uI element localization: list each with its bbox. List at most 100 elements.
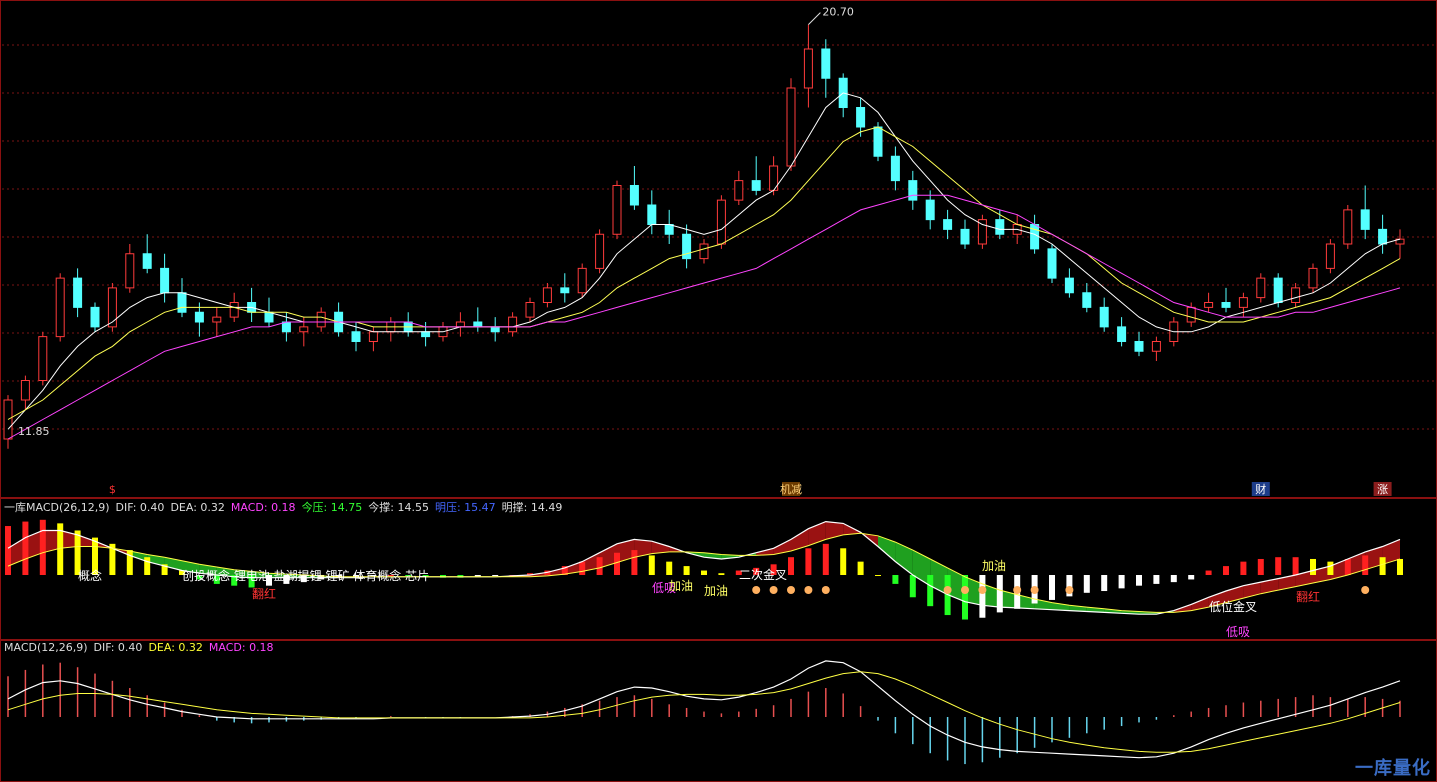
candle-body	[1308, 267, 1318, 289]
candle-body	[577, 267, 587, 294]
candle-body	[38, 336, 48, 381]
macd-bar	[579, 561, 586, 575]
candle-body	[20, 380, 30, 401]
macd-bar	[1397, 558, 1403, 575]
candle-body	[229, 302, 239, 318]
candle-body	[612, 185, 622, 235]
indicator-header-item: 明撑: 14.49	[501, 501, 563, 514]
candle-body	[194, 311, 204, 323]
macd-bar	[1223, 566, 1229, 575]
hand-marker	[804, 586, 813, 594]
hand-marker	[1361, 586, 1370, 594]
macd-bar	[1136, 575, 1142, 586]
indicator-header-item: MACD: 0.18	[208, 641, 274, 654]
high-pointer	[808, 12, 821, 25]
macd-bar	[144, 557, 151, 575]
candle-body	[1099, 306, 1109, 328]
indicator-header-item: MACD(12,26,9)	[4, 641, 88, 654]
macd-bar	[840, 548, 847, 575]
candle-body	[160, 267, 170, 294]
hand-marker	[978, 586, 987, 594]
signal-label: 二次金叉	[739, 568, 788, 582]
candle-body	[177, 292, 187, 313]
indicator-header-item: DIF: 0.40	[93, 641, 143, 654]
hand-marker	[961, 586, 969, 594]
macd-bar	[962, 575, 968, 620]
macd-bar	[1257, 558, 1264, 575]
macd-bar	[927, 575, 934, 607]
candle-body	[1064, 277, 1074, 294]
signal-label: 加油	[982, 559, 1007, 573]
macd-bar	[1083, 575, 1090, 593]
candle-body	[856, 107, 866, 128]
signal-label: 概念	[78, 569, 103, 583]
macd-bar	[1327, 561, 1334, 575]
macd-bar	[683, 566, 690, 575]
macd-bar	[631, 550, 638, 575]
bottom-tag: 机减	[780, 482, 802, 496]
candle-body	[473, 321, 483, 328]
macd-bar	[1310, 558, 1316, 575]
signal-label: 创投概念 锂电池 盐湖提锂 锂矿 体育概念 芯片	[182, 569, 430, 583]
candle-body	[1117, 326, 1127, 342]
macd-bar	[1170, 575, 1177, 583]
indicator1-header: 一库MACD(26,12,9) DIF: 0.40 DEA: 0.32 MACD: 0…	[4, 499, 568, 515]
macd-bar	[875, 575, 881, 576]
bottom-tag: 涨	[1377, 483, 1388, 496]
hand-marker	[1030, 586, 1039, 594]
indicator2-panel[interactable]	[7, 660, 1401, 765]
candle-body	[55, 277, 65, 338]
candle-body	[647, 204, 657, 225]
macd-bar	[979, 575, 986, 618]
candle-body	[90, 306, 100, 328]
macd-bar	[666, 561, 673, 575]
candle-body	[1221, 302, 1231, 308]
price-grid	[0, 0, 1437, 782]
macd-bar	[596, 557, 603, 575]
hand-marker	[1013, 586, 1022, 594]
candle-body	[1082, 292, 1092, 308]
candle-body	[1291, 287, 1301, 303]
watermark: 一库量化	[1355, 758, 1431, 779]
signal-label: 低吸	[1226, 625, 1251, 639]
hand-marker	[752, 586, 761, 594]
candle-body	[960, 228, 970, 245]
signal-label: 加油	[704, 584, 729, 598]
macd-bar	[718, 573, 725, 575]
bottom-tag: 财	[1255, 482, 1266, 496]
indicator-header-item: DEA: 0.32	[148, 641, 203, 654]
hand-marker	[821, 586, 830, 594]
candle-body	[490, 326, 500, 333]
hand-marker	[1065, 586, 1074, 594]
candle-body	[595, 233, 605, 269]
candle-body	[368, 331, 378, 342]
indicator-header-item: 今压: 14.75	[301, 501, 363, 514]
candle-body	[629, 185, 639, 206]
macd-bar	[788, 557, 794, 575]
macd-bar	[39, 519, 46, 575]
candle-body	[1360, 209, 1370, 230]
macd-bar	[1188, 575, 1195, 580]
candle-body	[1047, 248, 1057, 279]
signal-label: 翻红	[252, 587, 277, 601]
macd-bar	[892, 575, 899, 584]
indicator-header-item: 今撑: 14.55	[368, 501, 429, 514]
candle-body	[1256, 277, 1266, 299]
main-frame	[0, 0, 1437, 498]
candle-body	[1273, 277, 1283, 303]
indicator-header-item: MACD: 0.18	[230, 501, 296, 514]
indicator-header-item: DIF: 0.40	[115, 501, 165, 514]
macd-bar	[1153, 575, 1160, 584]
candle-body	[751, 180, 761, 191]
candle-body	[821, 48, 831, 79]
candle-body	[1378, 228, 1388, 245]
candle-body	[1343, 209, 1353, 245]
macd-bar	[614, 552, 620, 575]
candle-body	[1204, 302, 1214, 308]
macd-bar	[22, 521, 29, 575]
candle-body	[890, 155, 900, 182]
macd-bar	[805, 548, 812, 575]
candle-body	[560, 287, 570, 294]
candle-body	[73, 277, 83, 308]
candle-body	[995, 219, 1005, 235]
